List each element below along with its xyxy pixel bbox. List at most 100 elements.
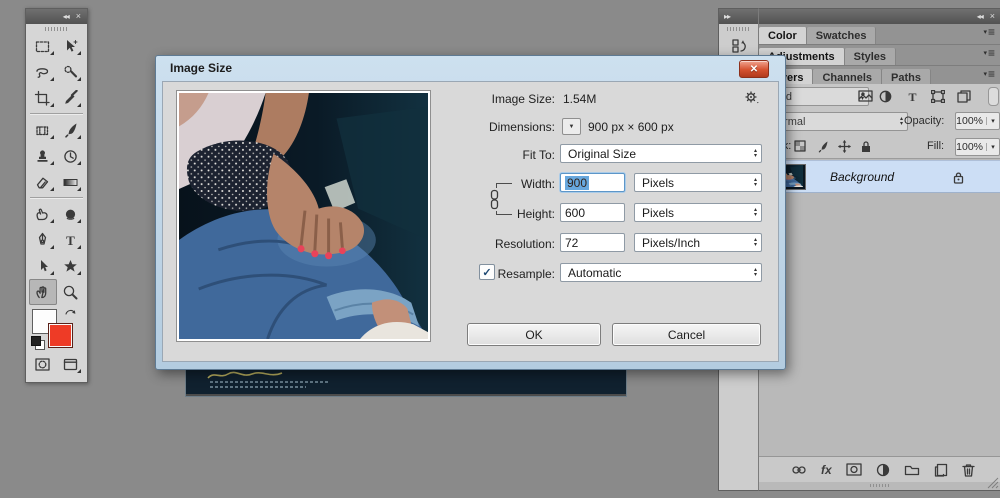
rectangular-marquee-tool[interactable]	[29, 33, 57, 59]
zoom-icon	[63, 285, 78, 299]
burn-tool[interactable]	[57, 201, 85, 227]
panel-drag-handle[interactable]	[44, 27, 69, 31]
tools-panel: ◂◂ × T	[25, 8, 88, 383]
resolution-input[interactable]: 72	[560, 233, 625, 252]
lock-all-icon[interactable]	[860, 140, 872, 153]
swap-colors-icon[interactable]	[64, 307, 77, 317]
dialog-body: Image Size: 1.54M Dimensions: 900 px × 6…	[162, 81, 779, 362]
filter-pixel-layers-icon[interactable]	[858, 90, 873, 103]
eyedropper-tool[interactable]	[57, 85, 85, 111]
resize-grip-icon[interactable]	[987, 477, 999, 489]
move-tool[interactable]	[57, 33, 85, 59]
fit-to-dropdown[interactable]: Original Size	[560, 144, 762, 163]
quick-mask-icon	[35, 357, 50, 371]
spinner-icon	[900, 117, 903, 127]
fit-to-value: Original Size	[568, 146, 637, 161]
quick-mask-button[interactable]	[29, 351, 57, 377]
quick-selection-tool[interactable]	[57, 59, 85, 85]
hand-icon	[36, 285, 47, 298]
smudge-icon	[36, 208, 48, 220]
hand-tool[interactable]	[29, 279, 57, 305]
dock-drag-handle[interactable]	[726, 27, 751, 31]
dimensions-unit-button[interactable]	[562, 118, 581, 135]
resample-dropdown[interactable]: Automatic	[560, 263, 762, 282]
filter-toggle-switch[interactable]	[988, 87, 999, 106]
panel-drag-handle[interactable]	[870, 484, 890, 487]
type-tool[interactable]: T	[57, 227, 85, 253]
background-color-swatch[interactable]	[48, 323, 73, 348]
tab-swatches[interactable]: Swatches	[806, 27, 877, 44]
filter-shape-layers-icon[interactable]	[931, 90, 945, 103]
crop-icon	[35, 90, 50, 106]
close-panel-icon[interactable]: ×	[76, 9, 81, 24]
dropdown-arrow-icon	[986, 143, 999, 151]
opacity-value: 100%	[956, 115, 983, 127]
lock-position-icon[interactable]	[838, 140, 851, 153]
dialog-close-button[interactable]: ✕	[739, 60, 769, 78]
clone-stamp-tool[interactable]	[29, 143, 57, 169]
opacity-control[interactable]: 100%	[955, 112, 1000, 130]
resolution-unit-dropdown[interactable]: Pixels/Inch	[634, 233, 762, 252]
lasso-tool[interactable]	[29, 59, 57, 85]
filter-type-layers-icon[interactable]: T	[906, 90, 919, 103]
fill-control[interactable]: 100%	[955, 138, 1000, 156]
document-canvas-strip	[186, 366, 626, 396]
healing-brush-tool[interactable]	[29, 117, 57, 143]
collapse-panel-icon[interactable]: ◂◂	[63, 9, 70, 24]
width-unit-value: Pixels	[642, 175, 675, 190]
panel-menu-icon[interactable]	[983, 27, 995, 37]
collapse-dock-icon[interactable]: ◂◂	[977, 9, 984, 24]
add-layer-mask-icon[interactable]	[846, 463, 862, 476]
new-layer-icon[interactable]	[934, 463, 948, 477]
ok-button[interactable]: OK	[467, 323, 601, 346]
toolbar-separator	[30, 197, 83, 199]
path-selection-tool[interactable]	[29, 253, 57, 279]
layer-name[interactable]: Background	[830, 170, 952, 184]
link-layers-icon[interactable]	[791, 463, 807, 477]
smudge-tool[interactable]	[29, 201, 57, 227]
gradient-tool[interactable]	[57, 169, 85, 195]
height-input[interactable]: 600	[560, 203, 625, 222]
image-size-value: 1.54M	[563, 92, 597, 106]
width-label: Width:	[520, 177, 555, 191]
width-unit-dropdown[interactable]: Pixels	[634, 173, 762, 192]
screen-mode-button[interactable]	[57, 351, 85, 377]
zoom-tool[interactable]	[57, 279, 85, 305]
tab-styles[interactable]: Styles	[844, 48, 897, 65]
filter-smart-objects-icon[interactable]	[957, 90, 971, 103]
gradient-icon	[63, 178, 78, 186]
history-brush-tool[interactable]	[57, 143, 85, 169]
panel-menu-icon[interactable]	[983, 48, 995, 58]
filter-adjustment-layers-icon[interactable]	[879, 90, 892, 103]
close-dock-icon[interactable]: ×	[990, 9, 995, 24]
eraser-tool[interactable]	[29, 169, 57, 195]
new-group-icon[interactable]	[904, 463, 920, 476]
history-panel-button[interactable]	[726, 35, 752, 57]
lock-row: Lock: Fill: 100%	[759, 134, 1000, 159]
gear-icon[interactable]	[744, 90, 759, 105]
tab-color[interactable]: Color	[759, 27, 807, 44]
fit-to-label: Fit To:	[522, 148, 555, 162]
lock-transparency-icon[interactable]	[794, 140, 807, 153]
color-swatches-control	[26, 307, 87, 351]
width-input[interactable]: 900	[560, 173, 625, 192]
panel-menu-icon[interactable]	[983, 69, 995, 79]
resample-value: Automatic	[568, 265, 622, 280]
brush-tool[interactable]	[57, 117, 85, 143]
layers-panel: Kind T Normal Opacity: 100%	[759, 84, 1000, 498]
height-unit-dropdown[interactable]: Pixels	[634, 203, 762, 222]
screen-mode-icon	[63, 358, 77, 370]
tools-panel-header: ◂◂ ×	[26, 9, 87, 24]
lock-pixels-icon[interactable]	[816, 140, 829, 153]
pen-tool[interactable]	[29, 227, 57, 253]
layer-style-fx-icon[interactable]: fx	[821, 462, 832, 478]
custom-shape-tool[interactable]	[57, 253, 85, 279]
cancel-button[interactable]: Cancel	[612, 323, 761, 346]
delete-layer-icon[interactable]	[962, 463, 975, 477]
opacity-label: Opacity:	[904, 115, 945, 127]
expand-dock-icon[interactable]: ▸▸	[724, 9, 731, 24]
crop-tool[interactable]	[29, 85, 57, 111]
default-foreground-swatch[interactable]	[31, 336, 41, 346]
new-adjustment-layer-icon[interactable]	[876, 463, 890, 477]
layer-row-background[interactable]: Background	[759, 160, 1000, 193]
